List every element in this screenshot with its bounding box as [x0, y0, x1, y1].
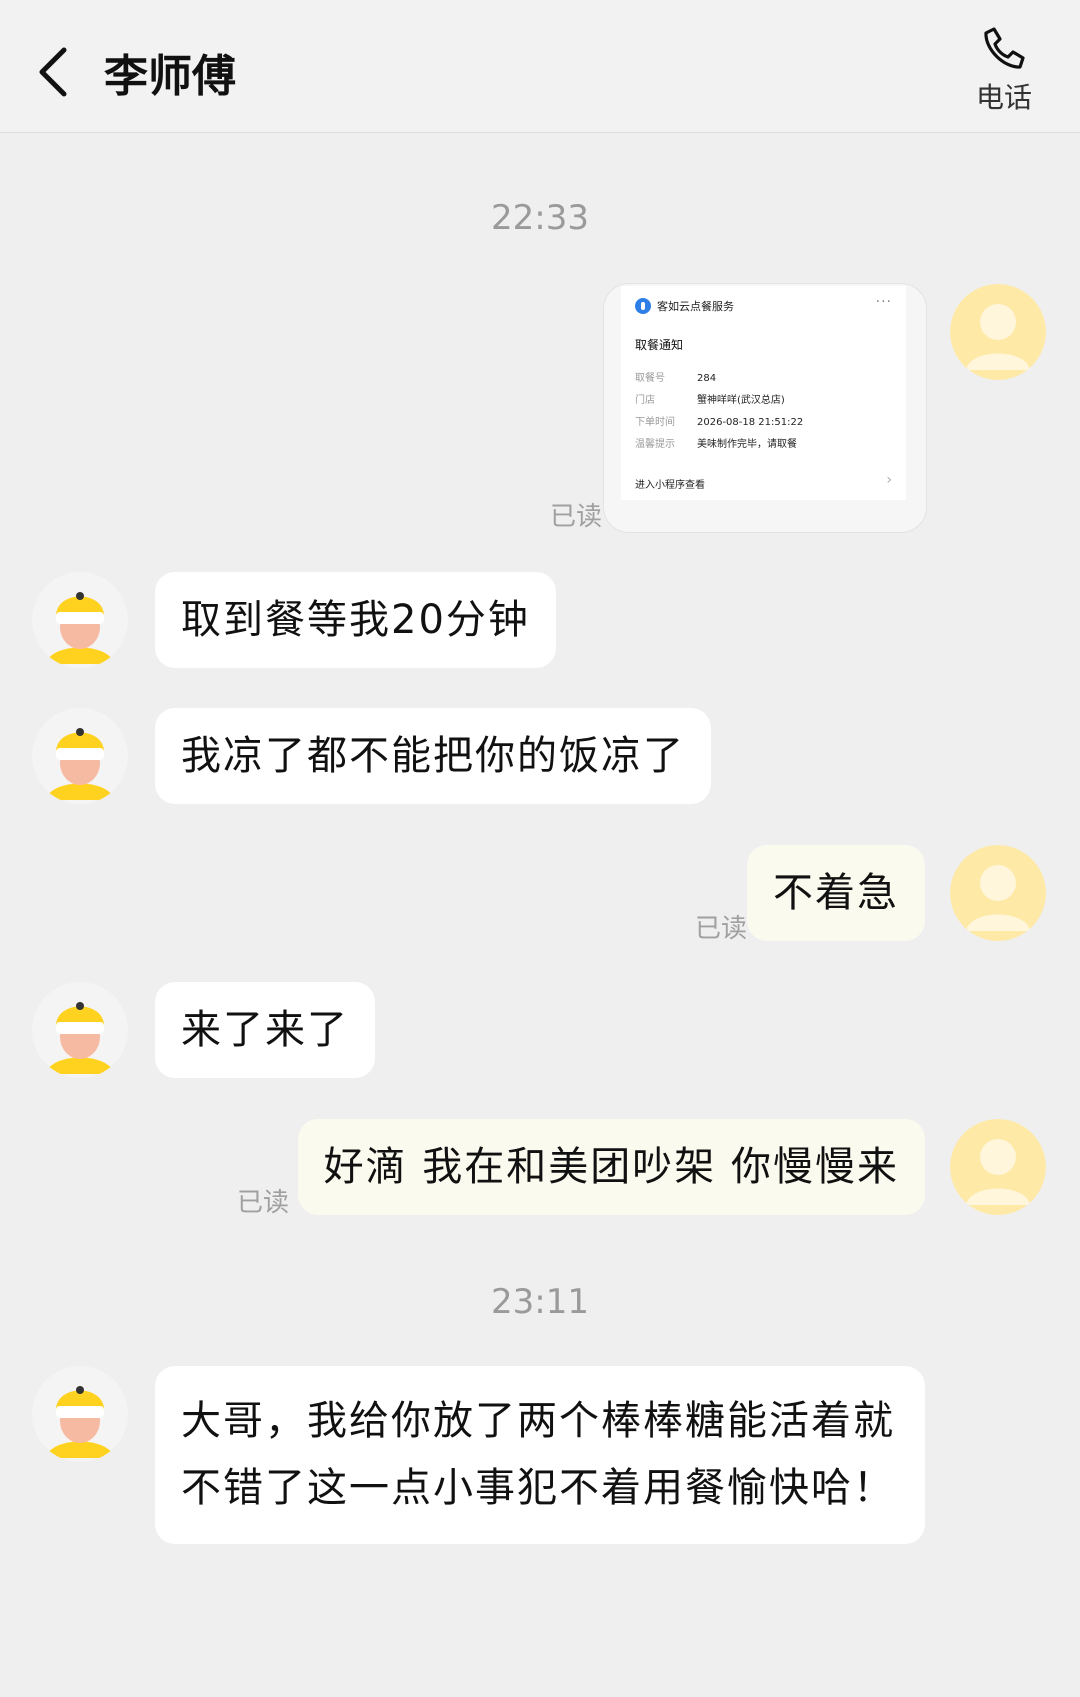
contact-name: 李师傅 [104, 51, 236, 102]
mini-program-link[interactable]: 进入小程序查看 [635, 476, 705, 491]
read-status: 已读 [550, 502, 603, 532]
chat-header: 李师傅 电话 [0, 0, 1080, 133]
more-icon[interactable]: ··· [876, 294, 892, 310]
driver-avatar[interactable] [32, 982, 128, 1078]
driver-avatar[interactable] [32, 572, 128, 668]
back-arrow-icon[interactable] [34, 44, 74, 100]
my-message[interactable]: 不着急 [747, 845, 925, 941]
my-avatar[interactable] [950, 1119, 1046, 1215]
driver-message[interactable]: 大哥，我给你放了两个棒棒糖能活着就不错了这一点小事犯不着用餐愉快哈！ [155, 1366, 925, 1544]
read-status: 已读 [237, 1188, 290, 1218]
phone-icon [984, 27, 1025, 69]
read-status: 已读 [695, 914, 748, 944]
my-message[interactable]: 好滴 我在和美团吵架 你慢慢来 [297, 1119, 925, 1215]
call-button[interactable]: 电话 [964, 24, 1044, 124]
call-label: 电话 [975, 81, 1032, 114]
driver-message[interactable]: 来了来了 [155, 982, 375, 1078]
chevron-right-icon: › [886, 472, 892, 488]
card-row: 温馨提示 美味制作完毕，请取餐 [635, 439, 797, 450]
card-service-name: 客如云点餐服务 [657, 300, 734, 313]
service-logo-icon [635, 298, 651, 314]
pickup-notice-card[interactable]: 客如云点餐服务 ··· 取餐通知 取餐号 284 门店 蟹神咩咩(武汉总店) 下单时… [621, 286, 906, 500]
driver-avatar[interactable] [32, 1366, 128, 1462]
card-row: 门店 蟹神咩咩(武汉总店) [635, 395, 785, 406]
card-title: 取餐通知 [635, 338, 684, 352]
card-row: 取餐号 284 [635, 373, 717, 384]
my-avatar[interactable] [950, 845, 1046, 941]
timestamp: 22:33 [491, 198, 589, 238]
timestamp: 23:11 [491, 1282, 589, 1322]
driver-message[interactable]: 取到餐等我20分钟 [155, 572, 556, 668]
driver-avatar[interactable] [32, 708, 128, 804]
driver-message[interactable]: 我凉了都不能把你的饭凉了 [155, 708, 711, 804]
card-row: 下单时间 2026-08-18 21:51:22 [635, 417, 804, 428]
my-avatar[interactable] [950, 284, 1046, 380]
